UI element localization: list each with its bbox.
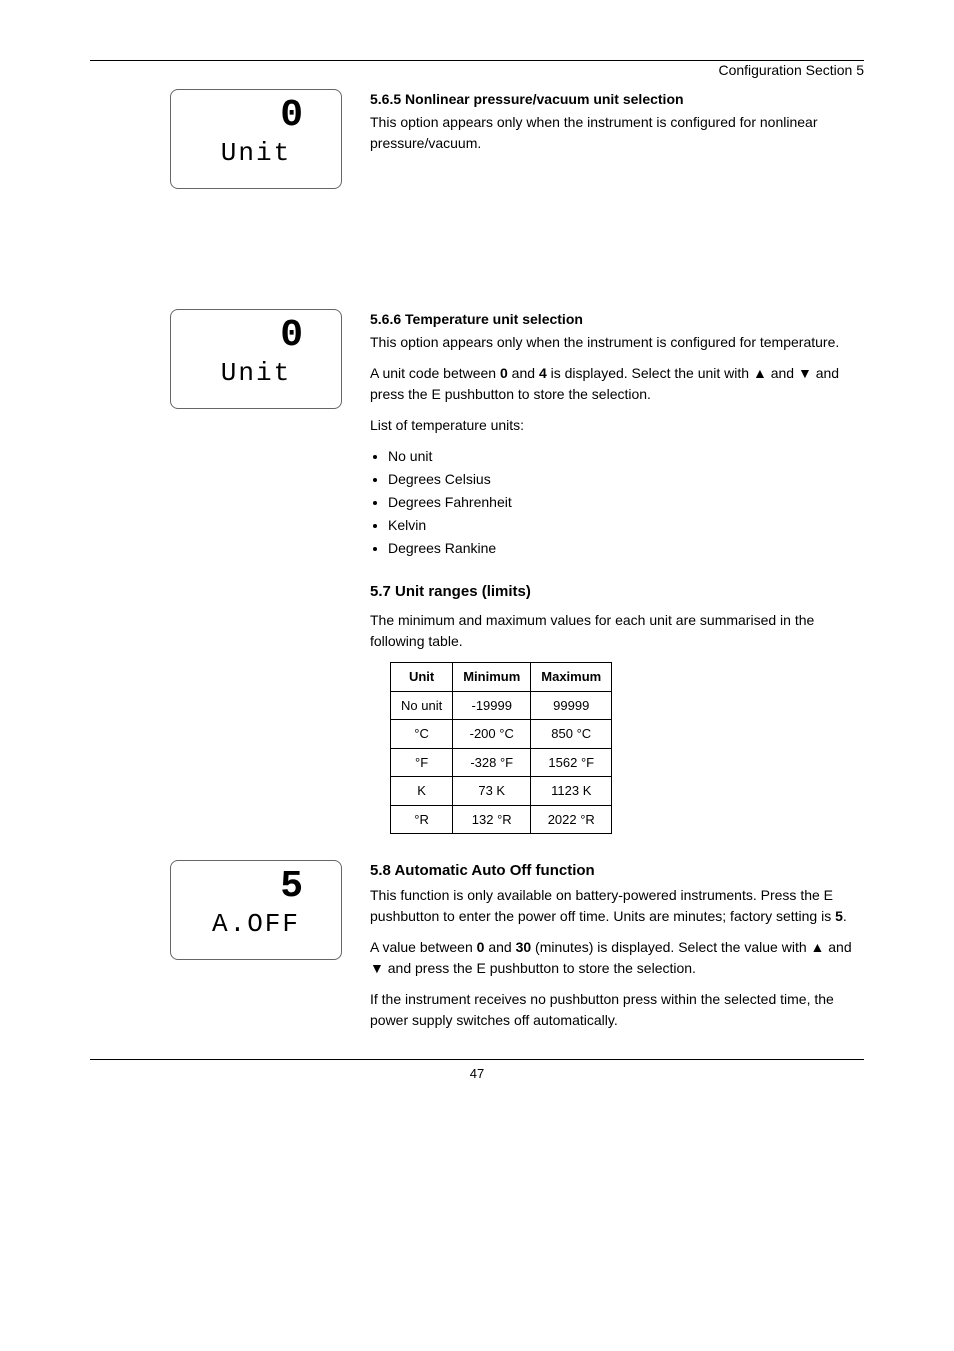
t: A value between xyxy=(370,939,477,955)
lcd-row2: Unit xyxy=(171,138,341,168)
section-566: 0 Unit 5.6.6 Temperature unit selection … xyxy=(90,309,864,559)
range-high: 30 xyxy=(516,939,532,955)
body-58-3: If the instrument receives no pushbutton… xyxy=(370,989,864,1031)
cell: 73 K xyxy=(453,777,531,806)
cell: 1562 °F xyxy=(531,748,612,777)
col-max: Maximum xyxy=(531,663,612,692)
heading-565: 5.6.5 Nonlinear pressure/vacuum unit sel… xyxy=(370,89,864,110)
t: is displayed. Select the unit with xyxy=(547,365,753,381)
limits-intro: The minimum and maximum values for each … xyxy=(370,610,864,652)
cell: -328 °F xyxy=(453,748,531,777)
t: and press the E pushbutton to store the … xyxy=(384,960,696,976)
lcd-display-58: 5 A.OFF xyxy=(170,860,342,960)
body-58-2: A value between 0 and 30 (minutes) is di… xyxy=(370,937,864,979)
table-row: No unit -19999 99999 xyxy=(391,691,612,720)
t: and xyxy=(484,939,515,955)
lcd-row1: 0 xyxy=(171,96,341,136)
body-566-2: A unit code between 0 and 4 is displayed… xyxy=(370,363,864,405)
col-min: Minimum xyxy=(453,663,531,692)
table-row: °C -200 °C 850 °C xyxy=(391,720,612,749)
lcd-row2: Unit xyxy=(171,358,341,388)
table-row: °F -328 °F 1562 °F xyxy=(391,748,612,777)
table-row: K 73 K 1123 K xyxy=(391,777,612,806)
unit-item: No unit xyxy=(388,446,864,467)
col-unit: Unit xyxy=(391,663,453,692)
down-arrow-icon: ▼ xyxy=(798,365,812,381)
table-row: °R 132 °R 2022 °R xyxy=(391,805,612,834)
t: and xyxy=(508,365,539,381)
section-566-text: 5.6.6 Temperature unit selection This op… xyxy=(370,309,864,559)
t: (minutes) is displayed. Select the value… xyxy=(531,939,810,955)
t: and xyxy=(767,365,798,381)
cell: °F xyxy=(391,748,453,777)
cell: °C xyxy=(391,720,453,749)
cell: 2022 °R xyxy=(531,805,612,834)
factory-setting: 5 xyxy=(835,908,843,924)
body-58-1: This function is only available on batte… xyxy=(370,885,864,927)
limits-table: Unit Minimum Maximum No unit -19999 9999… xyxy=(390,662,612,834)
heading-57: 5.7 Unit ranges (limits) xyxy=(370,583,864,600)
page-number: 47 xyxy=(90,1066,864,1081)
header-section-label: Configuration Section 5 xyxy=(718,62,864,78)
lcd-display-565: 0 Unit xyxy=(170,89,342,189)
lcd-row1: 0 xyxy=(171,316,341,356)
lcd-row1: 5 xyxy=(171,867,341,907)
section-565-text: 5.6.5 Nonlinear pressure/vacuum unit sel… xyxy=(370,89,864,154)
unit-item: Kelvin xyxy=(388,515,864,536)
section-565: 0 Unit 5.6.5 Nonlinear pressure/vacuum u… xyxy=(90,89,864,199)
lcd-row2: A.OFF xyxy=(171,909,341,939)
unit-list: No unit Degrees Celsius Degrees Fahrenhe… xyxy=(370,446,864,559)
cell: No unit xyxy=(391,691,453,720)
body-566-1: This option appears only when the instru… xyxy=(370,332,864,353)
cell: -200 °C xyxy=(453,720,531,749)
down-arrow-icon: ▼ xyxy=(370,960,384,976)
cell: -19999 xyxy=(453,691,531,720)
table-header-row: Unit Minimum Maximum xyxy=(391,663,612,692)
unit-list-intro: List of temperature units: xyxy=(370,415,864,436)
t: A unit code between xyxy=(370,365,500,381)
section-58: 5 A.OFF 5.8 Automatic Auto Off function … xyxy=(90,860,864,1031)
unit-item: Degrees Rankine xyxy=(388,538,864,559)
code-high: 4 xyxy=(539,365,547,381)
rule-bottom xyxy=(90,1059,864,1060)
cell: 132 °R xyxy=(453,805,531,834)
t: This function is only available on batte… xyxy=(370,887,835,924)
cell: K xyxy=(391,777,453,806)
up-arrow-icon: ▲ xyxy=(811,939,825,955)
code-low: 0 xyxy=(500,365,508,381)
heading-58: 5.8 Automatic Auto Off function xyxy=(370,860,864,883)
section-58-text: 5.8 Automatic Auto Off function This fun… xyxy=(370,860,864,1031)
cell: °R xyxy=(391,805,453,834)
body-565: This option appears only when the instru… xyxy=(370,112,864,154)
cell: 99999 xyxy=(531,691,612,720)
t: . xyxy=(843,908,847,924)
heading-566: 5.6.6 Temperature unit selection xyxy=(370,309,864,330)
unit-item: Degrees Fahrenheit xyxy=(388,492,864,513)
cell: 850 °C xyxy=(531,720,612,749)
rule-top xyxy=(90,60,864,61)
page: Configuration Section 5 0 Unit 5.6.5 Non… xyxy=(0,0,954,1351)
section-57-text: The minimum and maximum values for each … xyxy=(370,610,864,834)
cell: 1123 K xyxy=(531,777,612,806)
up-arrow-icon: ▲ xyxy=(753,365,767,381)
unit-item: Degrees Celsius xyxy=(388,469,864,490)
t: and xyxy=(824,939,851,955)
lcd-display-566: 0 Unit xyxy=(170,309,342,409)
